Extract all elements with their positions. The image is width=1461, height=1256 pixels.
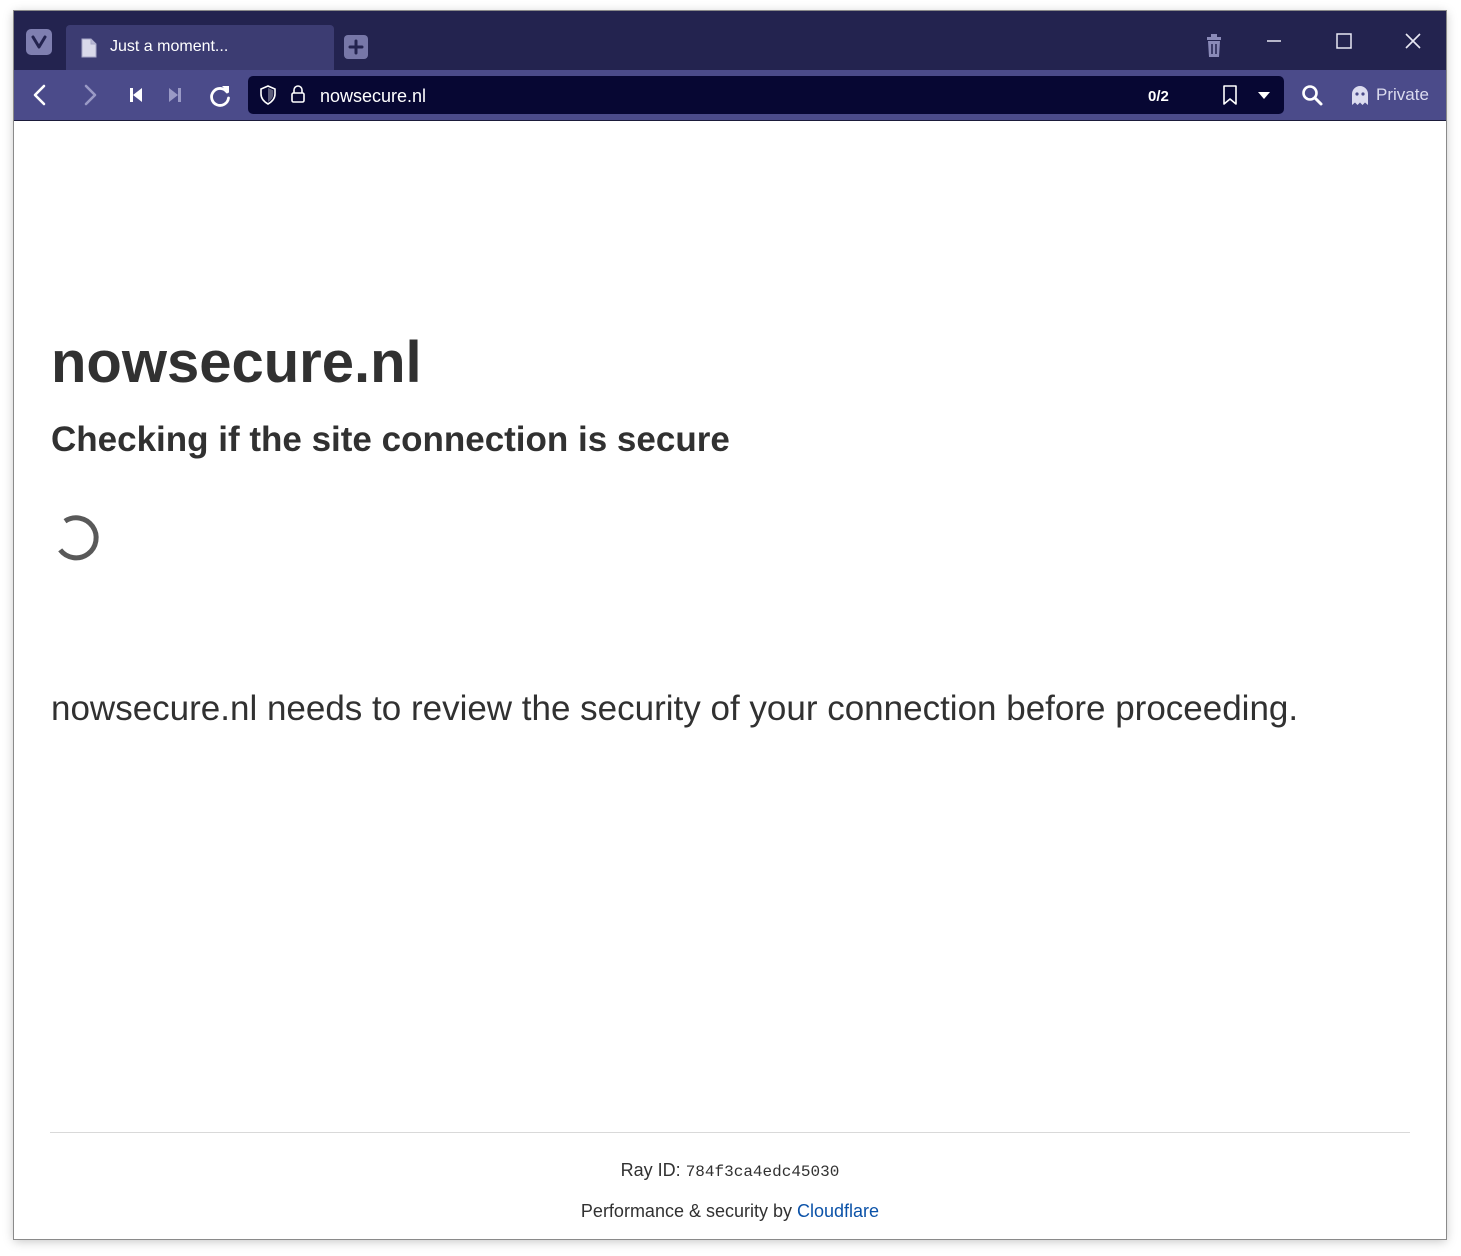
search-icon (1302, 85, 1323, 106)
browser-window: Just a moment... nowsecure.nl 0/2 Privat… (14, 11, 1446, 1239)
minimize-button[interactable] (1262, 29, 1286, 53)
security-message: nowsecure.nl needs to review the securit… (51, 689, 1299, 728)
plus-icon (348, 39, 364, 55)
ray-id: Ray ID: 784f3ca4edc45030 (14, 1160, 1446, 1181)
lock-icon[interactable] (290, 84, 306, 104)
rewind-icon (130, 88, 142, 102)
close-icon (1405, 33, 1421, 49)
back-icon (33, 84, 46, 106)
address-text[interactable]: nowsecure.nl (320, 86, 426, 107)
search-button[interactable] (1300, 83, 1324, 112)
closed-tabs-button[interactable] (1202, 33, 1226, 64)
new-tab-button[interactable] (344, 35, 368, 59)
forward-button[interactable] (78, 83, 102, 107)
ray-id-label: Ray ID: (620, 1160, 681, 1180)
reload-icon (210, 86, 230, 107)
maximize-icon (1336, 33, 1352, 49)
page-title: nowsecure.nl (51, 330, 422, 395)
spinner-icon (58, 515, 99, 561)
navigation-bar: nowsecure.nl 0/2 Private (14, 70, 1446, 121)
reload-button[interactable] (207, 83, 231, 107)
shield-icon[interactable] (259, 85, 277, 105)
fast-forward-button[interactable] (163, 83, 187, 107)
vivaldi-menu-button[interactable] (26, 29, 52, 55)
ghost-icon (1352, 86, 1368, 105)
footer-text: Performance & security by (580, 1201, 792, 1221)
page-subtitle: Checking if the site connection is secur… (51, 420, 730, 459)
tab-active[interactable]: Just a moment... (66, 25, 334, 70)
maximize-button[interactable] (1332, 29, 1356, 53)
trash-icon (1207, 34, 1221, 57)
forward-icon (84, 84, 97, 106)
bookmark-icon[interactable] (1222, 84, 1238, 106)
rewind-button[interactable] (124, 83, 148, 107)
fast-forward-icon (169, 88, 181, 102)
page-content: nowsecure.nl Checking if the site connec… (14, 121, 1446, 1239)
vivaldi-logo-icon (31, 35, 47, 49)
cloudflare-link[interactable]: Cloudflare (797, 1201, 879, 1221)
address-bar[interactable]: nowsecure.nl 0/2 (248, 76, 1284, 114)
minimize-icon (1267, 40, 1281, 42)
ray-id-value: 784f3ca4edc45030 (685, 1163, 840, 1181)
page-icon (81, 38, 97, 58)
tracker-counter[interactable]: 0/2 (1148, 88, 1169, 105)
back-button[interactable] (28, 83, 52, 107)
tab-bar: Just a moment... (14, 11, 1446, 70)
footer-divider (50, 1132, 1410, 1133)
close-window-button[interactable] (1401, 29, 1425, 53)
performance-footer: Performance & security by Cloudflare (14, 1201, 1446, 1222)
private-label: Private (1376, 85, 1429, 104)
chevron-down-icon[interactable] (1256, 88, 1272, 102)
tab-title: Just a moment... (110, 38, 229, 55)
